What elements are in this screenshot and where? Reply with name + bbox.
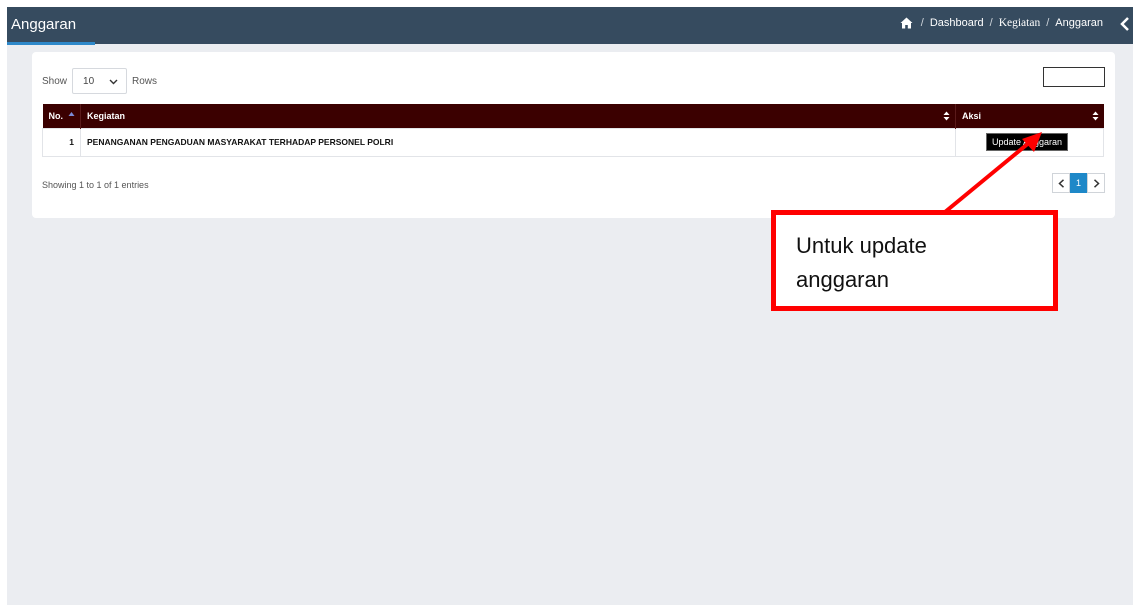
chevron-left-icon[interactable] [1119,16,1131,32]
page-title: Anggaran [11,16,77,33]
cell-no: 1 [42,127,81,157]
sort-icon [943,111,950,121]
rows-select-value: 10 [83,75,95,87]
search-input[interactable] [1043,67,1105,87]
chevron-down-icon [109,79,118,85]
table-info: Showing 1 to 1 of 1 entries [42,180,149,190]
breadcrumb-kegiatan[interactable]: Kegiatan [999,17,1041,29]
update-anggaran-button[interactable]: Update Anggaran [986,133,1069,151]
sort-icon [1092,111,1098,121]
title-underline [7,42,95,45]
home-icon[interactable] [900,17,913,29]
breadcrumb-separator: / [1046,17,1050,29]
cell-aksi: Update Anggaran [955,127,1104,157]
rows-select[interactable]: 10 [72,68,128,94]
chevron-left-icon [1057,178,1064,188]
pagination: 1 [1052,173,1105,193]
chevron-right-icon [1093,178,1100,188]
sort-asc-icon [68,112,75,116]
rows-label: Rows [132,75,158,87]
breadcrumb-separator: / [920,17,924,29]
show-label: Show [42,75,68,87]
pagination-next[interactable] [1087,173,1105,193]
pagination-prev[interactable] [1052,173,1070,193]
breadcrumb-dashboard[interactable]: Dashboard [930,17,984,29]
annotation-callout: Untuk update anggaran [771,210,1058,311]
annotation-line-2: anggaran [796,267,889,292]
top-bar: Anggaran / Dashboard / Kegiatan / Anggar… [7,7,1133,45]
column-header-no[interactable]: No. [42,104,81,128]
annotation-line-1: Untuk update [796,233,927,258]
cell-kegiatan: PENANGANAN PENGADUAN MASYARAKAT TERHADAP… [80,127,956,157]
breadcrumb-anggaran: Anggaran [1055,17,1103,29]
content-card: Show 10 Rows No. Kegiatan Aksi 1 PENANGA… [32,52,1115,218]
breadcrumb: / Dashboard / Kegiatan / Anggaran [900,17,1103,29]
table-row: 1 PENANGANAN PENGADUAN MASYARAKAT TERHAD… [42,127,1104,157]
column-header-kegiatan[interactable]: Kegiatan [80,104,956,128]
data-table: No. Kegiatan Aksi 1 PENANGANAN PENGADUAN… [42,104,1104,157]
pagination-page-1[interactable]: 1 [1070,173,1087,193]
column-header-aksi[interactable]: Aksi [956,104,1104,128]
table-header-row: No. Kegiatan Aksi [42,104,1104,128]
breadcrumb-separator: / [989,17,993,29]
rows-length-control: Show 10 Rows [42,68,157,94]
